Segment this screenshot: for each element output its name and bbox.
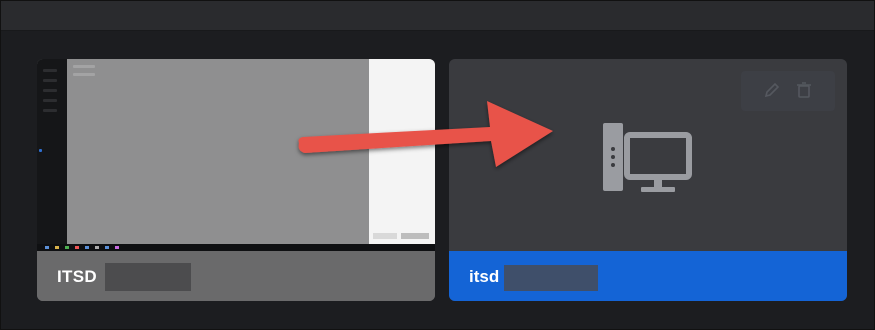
window-top-bar: [1, 1, 874, 31]
preview-window: [67, 59, 369, 244]
device-picker-window: ITSD itsd: [0, 0, 875, 330]
edit-icon[interactable]: [763, 81, 781, 99]
device-name: ITSD: [57, 267, 97, 286]
tile-actions: [741, 71, 835, 111]
preview-panel: [369, 59, 435, 244]
preview-taskbar: [37, 244, 435, 251]
remote-screen-preview: [37, 59, 435, 251]
redacted-text: [504, 265, 598, 291]
redacted-text: [105, 263, 191, 291]
desktop-computer-icon: [603, 123, 692, 192]
device-name: itsd: [469, 267, 500, 286]
device-tile-2[interactable]: itsd: [449, 59, 847, 301]
trash-icon[interactable]: [795, 81, 813, 99]
device-tile-1[interactable]: ITSD: [37, 59, 435, 301]
